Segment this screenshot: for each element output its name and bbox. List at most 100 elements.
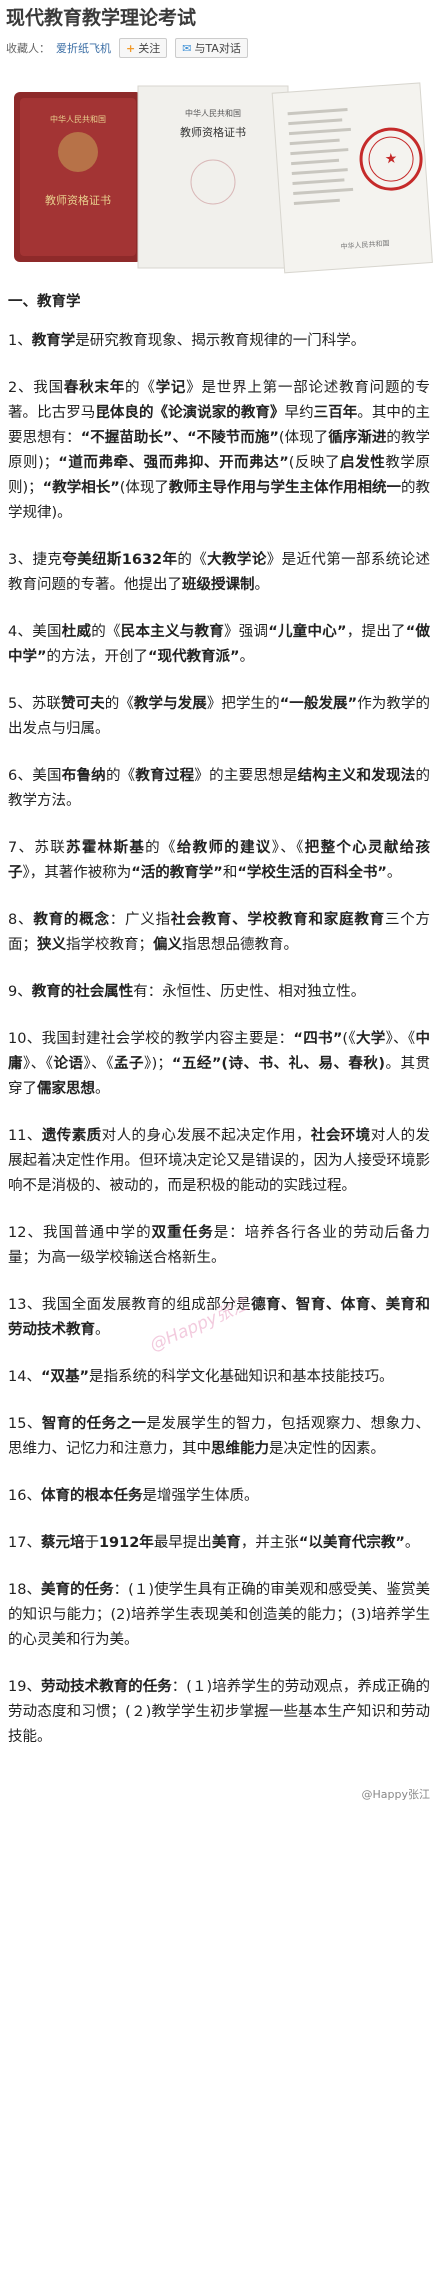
page-title: 现代教育教学理论考试 [6, 7, 197, 29]
text-run: 的《 [105, 768, 136, 784]
paragraph: 1、教育学是研究教育现象、揭示教育规律的一门科学。 [8, 329, 430, 354]
text-run: 最早提出 [153, 1535, 212, 1551]
text-run: 。 [95, 1322, 110, 1338]
text-run: 》把学生的 [206, 696, 280, 712]
paragraph: 4、美国杜威的《民本主义与教育》强调“儿童中心”，提出了“做中学”的方法，开创了… [8, 620, 430, 670]
text-run: 》、《 [385, 1031, 416, 1047]
bold-run: 教育的社会属性 [31, 984, 134, 1000]
text-run: (体现了 [119, 480, 169, 496]
text-run: (反映了 [288, 455, 341, 471]
white-card-middle: 中华人民共和国 教师资格证书 [137, 85, 289, 269]
text-run: 10、我国封建社会学校的教学内容主要是： [8, 1031, 294, 1047]
text-run: ，并主张 [240, 1535, 299, 1551]
bold-run: “四书” [293, 1031, 343, 1047]
paragraph: 2、我国春秋末年的《学记》是世界上第一部论述教育问题的专著。比古罗马昆体良的《论… [8, 376, 430, 526]
text-run: 的《 [104, 696, 134, 712]
text-run: 》强调 [223, 624, 269, 640]
bold-run: “儿童中心” [268, 624, 347, 640]
paragraph: 19、劳动技术教育的任务：(１)培养学生的劳动观点，养成正确的劳动态度和习惯；(… [8, 1675, 430, 1750]
chat-button[interactable]: ✉ 与TA对话 [175, 38, 248, 58]
paragraph: 16、体育的根本任务是增强学生体质。 [8, 1484, 430, 1509]
chat-bubble-icon: ✉ [182, 41, 192, 55]
text-run: 6、美国 [8, 768, 62, 784]
svg-text:★: ★ [384, 151, 398, 168]
paragraph: 15、智育的任务之一是发展学生的智力，包括观察力、想象力、思维力、记忆力和注意力… [8, 1412, 430, 1462]
text-run: 对人的身心发展不起决定作用， [101, 1128, 311, 1144]
certificate-illustration: 中华人民共和国 教师资格证书 中华人民共和国 教师资格证书 ★ 中华人民共和国 [14, 82, 433, 274]
text-run: 5、苏联 [8, 696, 62, 712]
paragraph: 3、捷克夸美纽斯1632年的《大教学论》是近代第一部系统论述教育问题的专著。他提… [8, 548, 430, 598]
bold-run: 三百年 [313, 405, 358, 421]
text-run: 18、 [8, 1582, 42, 1598]
red-booklet: 中华人民共和国 教师资格证书 [14, 92, 142, 262]
text-run: 7、苏联 [8, 840, 67, 856]
bold-run: 苏霍林斯基 [66, 840, 146, 856]
text-run: 于 [84, 1535, 99, 1551]
text-run: 》的主要思想是 [194, 768, 298, 784]
bold-run: “以美育代宗教” [298, 1535, 405, 1551]
bold-run: 昆体良的《论演说家的教育》 [95, 405, 285, 421]
text-run: 是增强学生体质。 [142, 1488, 259, 1504]
text-run: 和 [222, 865, 238, 881]
paragraph: 6、美国布鲁纳的《教育过程》的主要思想是结构主义和发现法的教学方法。 [8, 764, 430, 814]
text-run: 1、 [8, 333, 32, 349]
bold-run: “双基” [40, 1369, 90, 1385]
author-link[interactable]: 爱折纸飞机 [56, 40, 111, 56]
bold-run: “一般发展” [279, 696, 358, 712]
white-card-right: ★ 中华人民共和国 [271, 82, 433, 274]
bold-run: 春秋末年 [63, 380, 126, 396]
text-run: ：广义指 [109, 912, 171, 928]
text-run: 》，其著作被称为 [22, 865, 132, 881]
bold-run: 教育学 [31, 333, 76, 349]
follow-label: 关注 [138, 42, 161, 55]
text-run: 是决定性的因素。 [269, 1441, 385, 1457]
text-run: 》、《 [271, 840, 305, 856]
section-title: 一、教育学 [8, 294, 81, 310]
bold-run: 大学 [355, 1031, 386, 1047]
bold-run: 赞可夫 [61, 696, 105, 712]
bold-run: 夸美纽斯1632年 [62, 552, 178, 568]
bold-run: 遗传素质 [41, 1128, 102, 1144]
paragraph: 8、教育的概念：广义指社会教育、学校教育和家庭教育三个方面；狭义指学校教育；偏义… [8, 908, 430, 958]
bold-run: 民本主义与教育 [120, 624, 224, 640]
text-run: 的《 [145, 840, 177, 856]
bold-run: 学记 [155, 380, 187, 396]
paragraph: 18、美育的任务：(１)使学生具有正确的审美观和感受美、鉴赏美的知识与能力；(2… [8, 1578, 430, 1653]
bold-run: 儒家思想 [37, 1081, 95, 1097]
text-run: 的《 [177, 552, 208, 568]
bold-run: “道而弗牵、强而弗抑、开而弗达” [58, 455, 289, 471]
bold-run: 体育的根本任务 [40, 1488, 143, 1504]
paragraph: 7、苏联苏霍林斯基的《给教师的建议》、《把整个心灵献给孩子》，其著作被称为“活的… [8, 836, 430, 886]
text-run: 。 [386, 865, 402, 881]
text-run: 。 [254, 577, 270, 593]
paragraph: 12、我国普通中学的双重任务是：培养各行各业的劳动后备力量；为高一级学校输送合格… [8, 1221, 430, 1271]
text-run: 指思想品德教育。 [182, 937, 298, 953]
text-run: ，提出了 [346, 624, 406, 640]
follow-button[interactable]: + 关注 [119, 38, 168, 58]
plus-icon: + [126, 41, 136, 55]
text-run: (《 [342, 1031, 356, 1047]
bold-run: “教学相长” [42, 480, 120, 496]
bold-run: 论语 [53, 1056, 84, 1072]
bold-run: 杜威 [61, 624, 92, 640]
bold-run: 智育的任务之一 [41, 1416, 147, 1432]
text-run: 17、 [8, 1535, 41, 1551]
bold-run: 社会教育、学校教育和家庭教育 [170, 912, 385, 928]
text-run: 12、我国普通中学的 [8, 1225, 152, 1241]
bold-run: 美育的任务 [41, 1582, 114, 1598]
card1-top-text: 中华人民共和国 [50, 114, 106, 124]
meta-bar: 收藏人： 爱折纸飞机 + 关注 ✉ 与TA对话 [0, 30, 438, 60]
text-run: 》)； [143, 1056, 172, 1072]
bold-run: “不握苗助长”、“不陵节而施” [80, 430, 279, 446]
bold-run: 教学与发展 [133, 696, 207, 712]
paragraph: 11、遗传素质对人的身心发展不起决定作用，社会环境对人的发展起着决定性作用。但环… [8, 1124, 430, 1199]
bold-run: 教育过程 [135, 768, 195, 784]
paragraph: 9、教育的社会属性有：永恒性、历史性、相对独立性。 [8, 980, 430, 1005]
paragraph: 14、“双基”是指系统的科学文化基础知识和基本技能技巧。 [8, 1365, 430, 1390]
bold-run: 偏义 [153, 937, 182, 953]
text-run: 2、我国 [8, 380, 64, 396]
bold-run: 班级授课制 [182, 577, 255, 593]
paragraph: 10、我国封建社会学校的教学内容主要是：“四书”(《大学》、《中庸》、《论语》、… [8, 1027, 430, 1102]
bold-run: 思维能力 [211, 1441, 269, 1457]
bold-run: 社会环境 [310, 1128, 371, 1144]
